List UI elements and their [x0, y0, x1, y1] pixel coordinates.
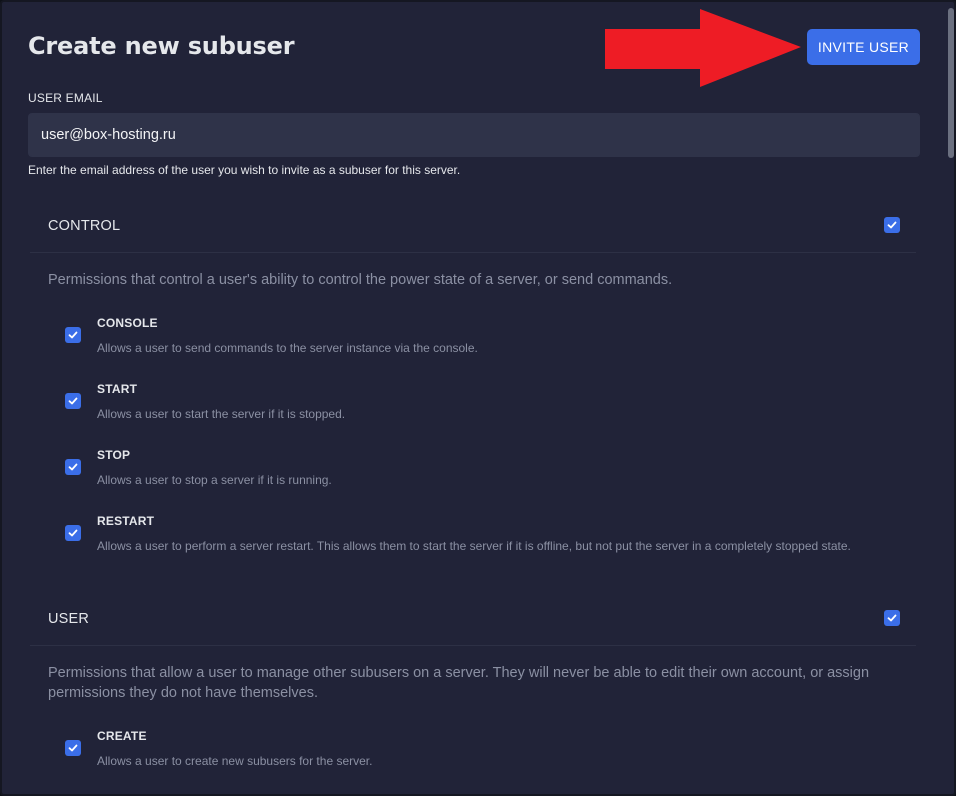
section-description-control: Permissions that control a user's abilit… [48, 272, 673, 288]
permission-name: START [97, 382, 138, 396]
permission-description: Allows a user to stop a server if it is … [97, 473, 332, 487]
section-header-user: USER [30, 590, 916, 646]
vertical-scrollbar[interactable] [948, 8, 954, 158]
permission-checkbox-restart[interactable] [65, 525, 81, 541]
permission-item-create: CREATE Allows a user to create new subus… [64, 729, 904, 779]
red-arrow-annotation [605, 9, 801, 87]
permission-checkbox-stop[interactable] [65, 459, 81, 475]
permission-item-start: START Allows a user to start the server … [64, 382, 904, 432]
section-checkbox-control[interactable] [884, 217, 900, 233]
permission-item-console: CONSOLE Allows a user to send commands t… [64, 316, 904, 366]
checkmark-icon [68, 529, 78, 537]
checkmark-icon [887, 221, 897, 229]
permission-name: RESTART [97, 514, 155, 528]
permission-description: Allows a user to send commands to the se… [97, 341, 478, 355]
permission-name: STOP [97, 448, 131, 462]
section-header-control: CONTROL [30, 197, 916, 253]
permission-name: CREATE [97, 729, 147, 743]
permission-description: Allows a user to start the server if it … [97, 407, 346, 421]
permission-item-stop: STOP Allows a user to stop a server if i… [64, 448, 904, 498]
section-title-control: CONTROL [48, 218, 121, 234]
permission-checkbox-create[interactable] [65, 740, 81, 756]
permission-checkbox-console[interactable] [65, 327, 81, 343]
create-subuser-modal: Create new subuser INVITE USER USER EMAI… [0, 0, 956, 796]
permission-name: CONSOLE [97, 316, 158, 330]
user-email-help-text: Enter the email address of the user you … [28, 163, 461, 177]
checkmark-icon [68, 463, 78, 471]
page-title: Create new subuser [28, 32, 295, 60]
permission-description: Allows a user to perform a server restar… [97, 539, 851, 553]
checkmark-icon [887, 614, 897, 622]
permission-description: Allows a user to create new subusers for… [97, 754, 373, 768]
permission-checkbox-start[interactable] [65, 393, 81, 409]
section-title-user: USER [48, 611, 90, 627]
permission-item-restart: RESTART Allows a user to perform a serve… [64, 514, 904, 564]
section-checkbox-user[interactable] [884, 610, 900, 626]
user-email-label: USER EMAIL [28, 91, 103, 105]
checkmark-icon [68, 397, 78, 405]
invite-user-button[interactable]: INVITE USER [807, 29, 920, 65]
user-email-input[interactable] [28, 113, 920, 157]
checkmark-icon [68, 744, 78, 752]
section-description-user: Permissions that allow a user to manage … [48, 665, 870, 701]
checkmark-icon [68, 331, 78, 339]
